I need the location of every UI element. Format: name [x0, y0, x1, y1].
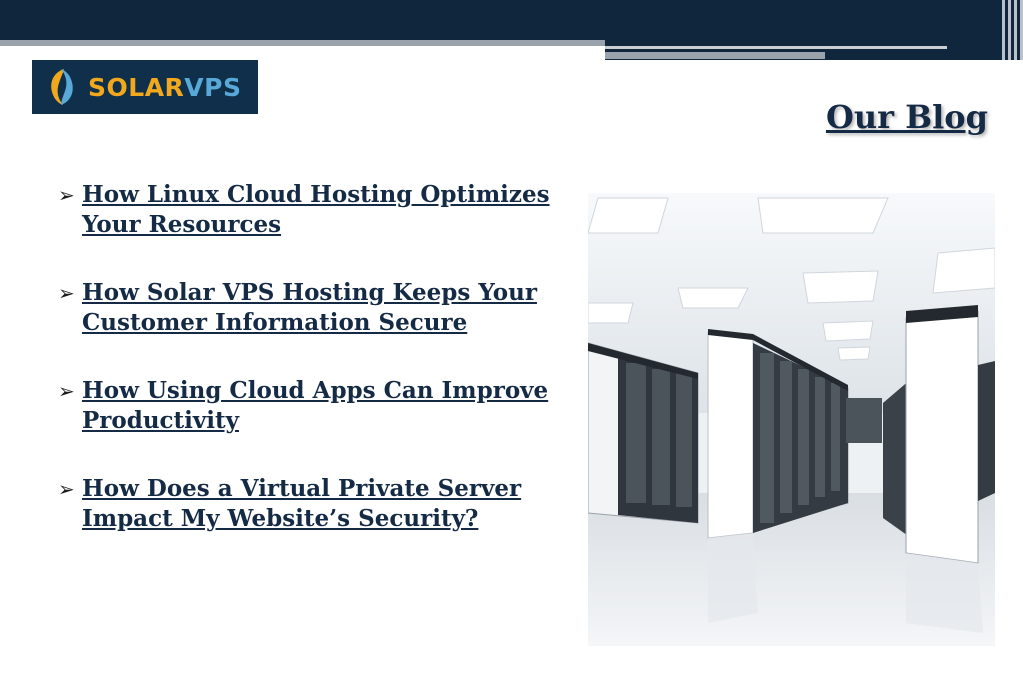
header-bar [0, 0, 1023, 40]
link-line: Impact My Website’s Security? [82, 505, 479, 532]
arrowhead-bullet-icon: ➢ [58, 379, 75, 403]
list-item: ➢ How Linux Cloud Hosting Optimizes Your… [58, 180, 558, 240]
blog-post-link-2[interactable]: How Solar VPS Hosting Keeps Your Custome… [82, 278, 537, 338]
link-line: How Solar VPS Hosting Keeps Your [82, 279, 537, 306]
header-stripes [997, 0, 1023, 60]
list-item: ➢ How Solar VPS Hosting Keeps Your Custo… [58, 278, 558, 338]
header-right-line-grey [605, 52, 825, 59]
arrowhead-bullet-icon: ➢ [58, 183, 75, 207]
link-line: How Linux Cloud Hosting Optimizes [82, 181, 550, 208]
link-line: How Using Cloud Apps Can Improve [82, 377, 549, 404]
blog-post-link-1[interactable]: How Linux Cloud Hosting Optimizes Your R… [82, 180, 550, 240]
blog-post-link-3[interactable]: How Using Cloud Apps Can Improve Product… [82, 376, 548, 436]
page-title: Our Blog [825, 98, 988, 136]
logo-word-vps: VPS [184, 72, 242, 102]
blog-post-link-4[interactable]: How Does a Virtual Private Server Impact… [82, 474, 521, 534]
header-right-line [605, 46, 947, 49]
solarvps-logo[interactable]: SOLARVPS [32, 60, 258, 114]
logo-word-solar: SOLAR [88, 72, 185, 102]
arrowhead-bullet-icon: ➢ [58, 477, 75, 501]
link-line: Productivity [82, 407, 240, 434]
blog-post-list: ➢ How Linux Cloud Hosting Optimizes Your… [58, 180, 558, 572]
stripe [1002, 0, 1005, 60]
logo-wordmark: SOLARVPS [88, 73, 241, 102]
header-accent-line [0, 40, 605, 46]
solarvps-logo-icon [51, 69, 73, 105]
list-item: ➢ How Using Cloud Apps Can Improve Produ… [58, 376, 558, 436]
server-room-illustration [588, 193, 995, 646]
stripe [1008, 0, 1011, 60]
data-center-photo [588, 193, 995, 646]
link-line: Your Resources [82, 211, 282, 238]
list-item: ➢ How Does a Virtual Private Server Impa… [58, 474, 558, 534]
link-line: How Does a Virtual Private Server [82, 475, 522, 502]
link-line: Customer Information Secure [82, 309, 468, 336]
stripe [1014, 0, 1017, 60]
arrowhead-bullet-icon: ➢ [58, 281, 75, 305]
